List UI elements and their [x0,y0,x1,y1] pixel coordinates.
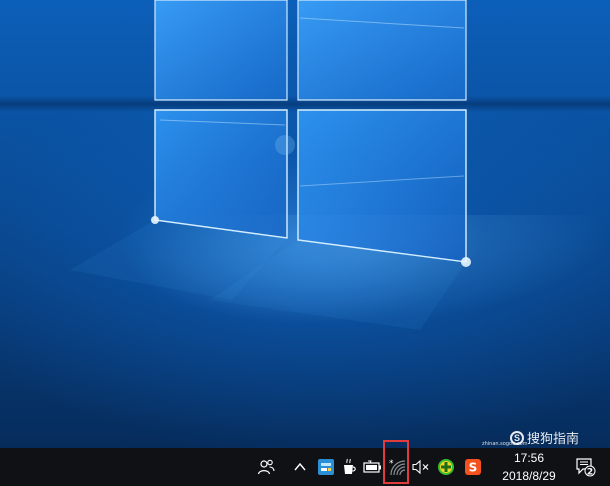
app-tray-icon[interactable] [316,457,336,477]
speaker-muted-icon[interactable] [411,457,431,477]
people-icon[interactable] [256,457,276,477]
green-plus-icon[interactable] [436,457,456,477]
wifi-highlight-box [383,440,409,484]
sogou-watermark-text: 搜狗指南 [527,431,580,446]
clock-date: 2018/8/29 [502,469,556,483]
battery-icon[interactable] [363,457,383,477]
taskbar-clock[interactable]: 17:56 2018/8/29 [496,449,562,485]
notification-count-badge: 2 [587,468,593,478]
windows-logo-wallpaper [70,0,471,330]
clock-time: 17:56 [513,451,545,465]
sogou-watermark-url: zhinan.sogou.com [482,441,528,447]
chevron-up-icon[interactable] [290,457,310,477]
sogou-input-icon[interactable]: S [463,457,483,477]
action-center-button[interactable]: 2 [576,457,596,477]
mug-tray-icon[interactable] [340,457,360,477]
sogou-input-label: S [469,461,478,475]
desktop-wallpaper [0,0,610,448]
